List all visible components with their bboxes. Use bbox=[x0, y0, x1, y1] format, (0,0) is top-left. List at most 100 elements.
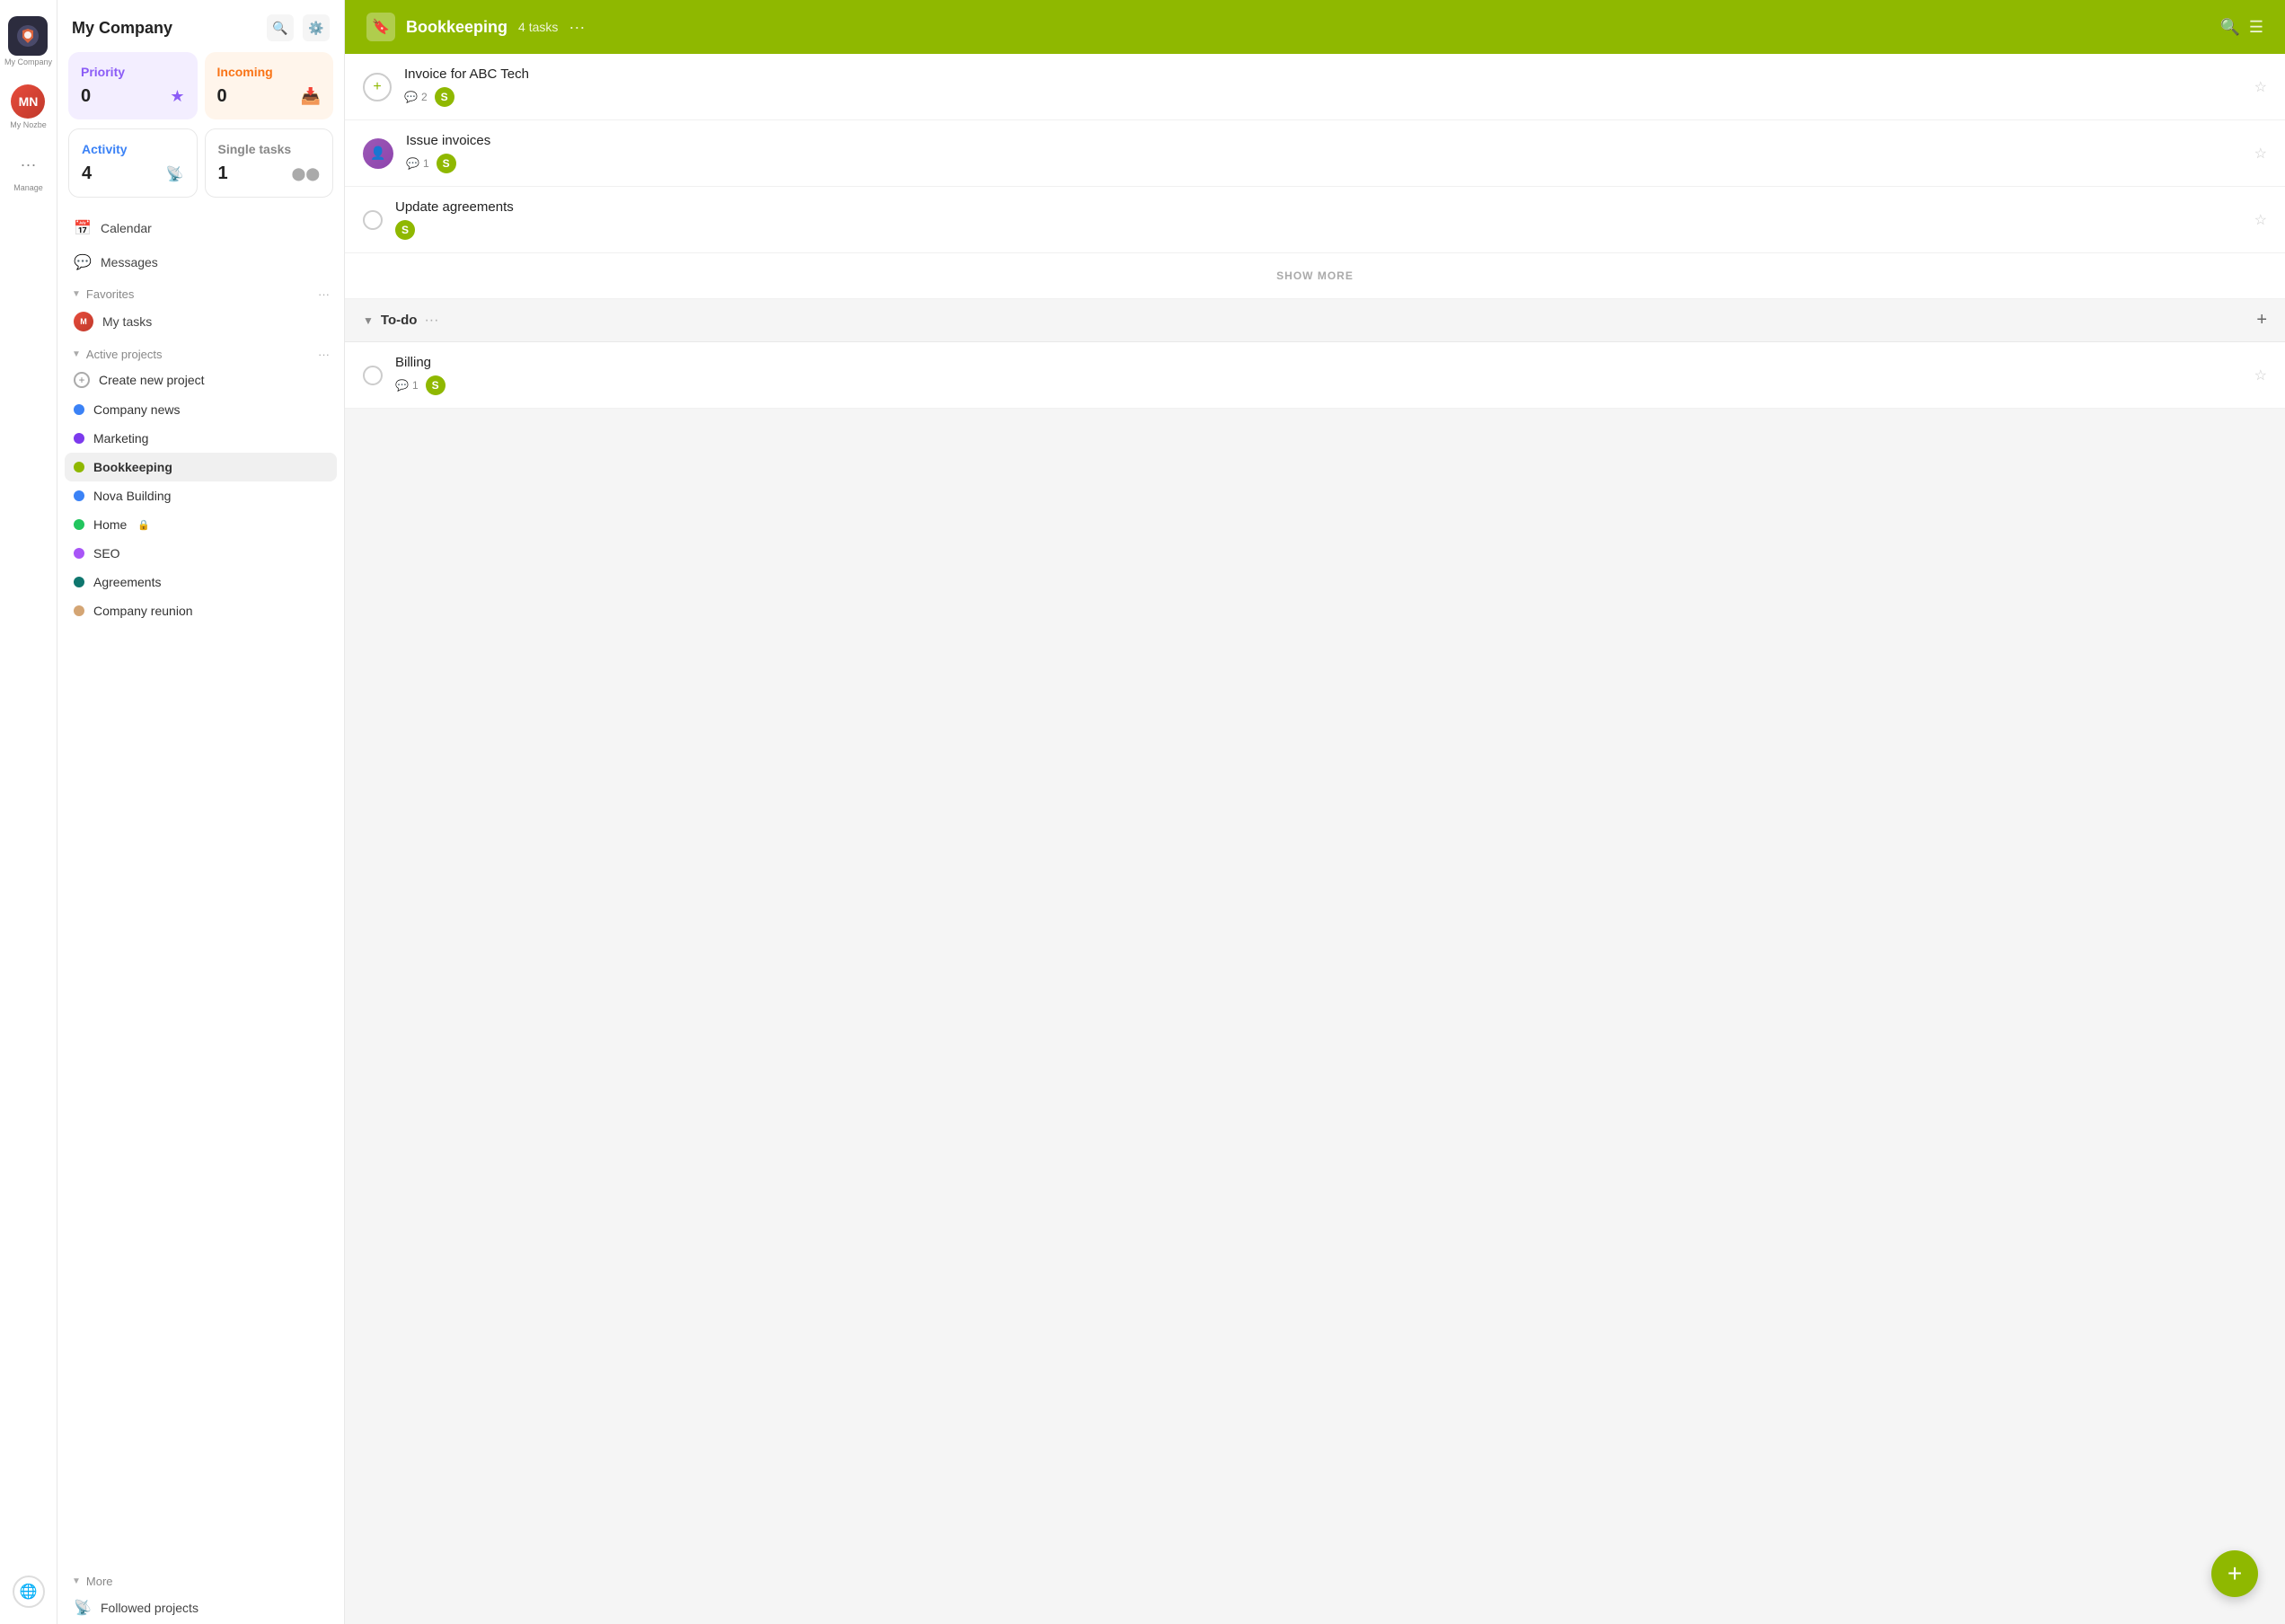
marketing-project-item[interactable]: Marketing bbox=[65, 424, 337, 453]
main-header: 🔖 Bookkeeping 4 tasks ··· 🔍 ☰ bbox=[345, 0, 2285, 54]
main-header-right: 🔍 ☰ bbox=[2219, 18, 2263, 37]
task-update-agreements[interactable]: Update agreements S ☆ bbox=[345, 187, 2285, 253]
active-projects-label: Active projects bbox=[86, 348, 163, 361]
task-issue-invoices[interactable]: 👤 Issue invoices 💬 1 S ☆ bbox=[345, 120, 2285, 187]
filter-header-button[interactable]: ☰ bbox=[2249, 18, 2263, 37]
my-nozbe-item[interactable]: MN My Nozbe bbox=[10, 79, 47, 135]
todo-section-left: ▼ To-do ··· bbox=[363, 313, 438, 329]
project-header-icon: 🔖 bbox=[366, 13, 395, 41]
company-reunion-label: Company reunion bbox=[93, 604, 193, 618]
company-name-label: My Company bbox=[4, 57, 52, 66]
my-tasks-nav-item[interactable]: M My tasks bbox=[65, 304, 337, 339]
task-add-button[interactable]: + bbox=[363, 73, 392, 102]
task-billing-star[interactable]: ☆ bbox=[2254, 366, 2267, 384]
favorites-header-left: ▼ Favorites bbox=[72, 287, 134, 301]
task-update-agreements-star[interactable]: ☆ bbox=[2254, 211, 2267, 229]
seo-label: SEO bbox=[93, 546, 120, 560]
comment-count: 2 bbox=[421, 91, 428, 103]
single-tasks-card[interactable]: Single tasks 1 ⬤⬤ bbox=[205, 128, 334, 198]
activity-card[interactable]: Activity 4 📡 bbox=[68, 128, 198, 198]
more-section-header[interactable]: ▼ More bbox=[57, 1566, 344, 1592]
comment-count-2: 1 bbox=[423, 157, 429, 170]
stats-row-1: Priority 0 ★ Incoming 0 📥 bbox=[57, 52, 344, 128]
company-logo-item[interactable]: My Company bbox=[4, 11, 52, 72]
company-logo[interactable] bbox=[8, 16, 48, 56]
my-nozbe-avatar[interactable]: MN bbox=[11, 84, 45, 119]
nova-building-project-item[interactable]: Nova Building bbox=[65, 481, 337, 510]
agreements-label: Agreements bbox=[93, 575, 161, 589]
agreements-dot-icon bbox=[74, 577, 84, 587]
show-more-button[interactable]: SHOW MORE bbox=[345, 253, 2285, 299]
priority-row: 0 ★ bbox=[81, 86, 185, 107]
messages-nav-item[interactable]: 💬 Messages bbox=[65, 246, 337, 278]
home-lock-icon: 🔒 bbox=[137, 519, 150, 531]
task-update-agreements-checkbox[interactable] bbox=[363, 210, 383, 230]
show-more-text: SHOW MORE bbox=[1276, 269, 1354, 282]
icon-bar-bottom: 🌐 bbox=[13, 1570, 45, 1613]
task-invoice-abc[interactable]: + Invoice for ABC Tech 💬 2 S ☆ bbox=[345, 54, 2285, 120]
task-invoice-abc-meta: 💬 2 S bbox=[404, 87, 2242, 107]
create-project-item[interactable]: + Create new project bbox=[65, 365, 337, 395]
calendar-nav-item[interactable]: 📅 Calendar bbox=[65, 212, 337, 244]
manage-dots-icon[interactable]: ··· bbox=[12, 147, 46, 181]
task-issue-invoices-content: Issue invoices 💬 1 S bbox=[406, 133, 2242, 173]
priority-card[interactable]: Priority 0 ★ bbox=[68, 52, 198, 119]
todo-chevron-icon[interactable]: ▼ bbox=[363, 314, 374, 327]
company-reunion-dot-icon bbox=[74, 605, 84, 616]
todo-section-more-icon[interactable]: ··· bbox=[424, 313, 438, 329]
task-billing[interactable]: Billing 💬 1 S ☆ bbox=[345, 342, 2285, 409]
settings-button[interactable]: ⚙️ bbox=[303, 14, 330, 41]
incoming-card[interactable]: Incoming 0 📥 bbox=[205, 52, 334, 119]
task-invoice-abc-star[interactable]: ☆ bbox=[2254, 78, 2267, 96]
task-issue-invoices-title: Issue invoices bbox=[406, 133, 2242, 148]
globe-item[interactable]: 🌐 bbox=[13, 1570, 45, 1613]
home-project-item[interactable]: Home 🔒 bbox=[65, 510, 337, 539]
task-issue-invoices-avatar: 👤 bbox=[363, 138, 393, 169]
company-news-label: Company news bbox=[93, 402, 181, 417]
task-issue-invoices-star[interactable]: ☆ bbox=[2254, 145, 2267, 163]
create-project-plus-icon: + bbox=[74, 372, 90, 388]
company-reunion-project-item[interactable]: Company reunion bbox=[65, 596, 337, 625]
messages-icon: 💬 bbox=[74, 253, 92, 271]
bookkeeping-label: Bookkeeping bbox=[93, 460, 172, 474]
task-issue-invoices-meta: 💬 1 S bbox=[406, 154, 2242, 173]
search-button[interactable]: 🔍 bbox=[267, 14, 294, 41]
manage-label: Manage bbox=[13, 183, 43, 192]
task-billing-title: Billing bbox=[395, 355, 2242, 370]
task-billing-checkbox[interactable] bbox=[363, 366, 383, 385]
tasks-container: + Invoice for ABC Tech 💬 2 S ☆ 👤 Issue i… bbox=[345, 54, 2285, 1624]
globe-icon[interactable]: 🌐 bbox=[13, 1575, 45, 1608]
manage-item[interactable]: ··· Manage bbox=[12, 142, 46, 198]
fab-add-button[interactable]: + bbox=[2211, 1550, 2258, 1597]
project-options-button[interactable]: ··· bbox=[569, 18, 585, 37]
seo-project-item[interactable]: SEO bbox=[65, 539, 337, 568]
comment-icon-3: 💬 bbox=[395, 379, 409, 392]
bookkeeping-project-item[interactable]: Bookkeeping bbox=[65, 453, 337, 481]
marketing-dot-icon bbox=[74, 433, 84, 444]
task-issue-invoices-assignee: S bbox=[437, 154, 456, 173]
messages-label: Messages bbox=[101, 255, 158, 269]
favorites-more-icon[interactable]: ··· bbox=[318, 287, 330, 301]
todo-add-task-button[interactable]: + bbox=[2256, 310, 2267, 331]
task-billing-comments: 💬 1 bbox=[395, 379, 419, 392]
more-header-left: ▼ More bbox=[72, 1575, 113, 1588]
favorites-nav: M My tasks bbox=[57, 304, 344, 339]
single-tasks-dot-icon: ⬤⬤ bbox=[292, 166, 320, 181]
sidebar-header-icons: 🔍 ⚙️ bbox=[267, 14, 330, 41]
my-tasks-avatar: M bbox=[74, 312, 93, 331]
main-header-left: 🔖 Bookkeeping 4 tasks ··· bbox=[366, 13, 585, 41]
followed-projects-item[interactable]: 📡 Followed projects bbox=[65, 1592, 337, 1624]
active-projects-header-left: ▼ Active projects bbox=[72, 348, 162, 361]
search-header-button[interactable]: 🔍 bbox=[2219, 18, 2239, 37]
activity-feed-icon: 📡 bbox=[166, 165, 184, 183]
active-projects-section-header[interactable]: ▼ Active projects ··· bbox=[57, 339, 344, 365]
favorites-section-header[interactable]: ▼ Favorites ··· bbox=[57, 278, 344, 304]
sidebar-title: My Company bbox=[72, 19, 172, 38]
agreements-project-item[interactable]: Agreements bbox=[65, 568, 337, 596]
active-projects-more-icon[interactable]: ··· bbox=[318, 348, 330, 361]
task-update-agreements-title: Update agreements bbox=[395, 199, 2242, 215]
more-chevron-icon: ▼ bbox=[72, 1576, 81, 1586]
single-tasks-count: 1 bbox=[218, 163, 228, 184]
incoming-count: 0 bbox=[217, 86, 227, 107]
company-news-project-item[interactable]: Company news bbox=[65, 395, 337, 424]
